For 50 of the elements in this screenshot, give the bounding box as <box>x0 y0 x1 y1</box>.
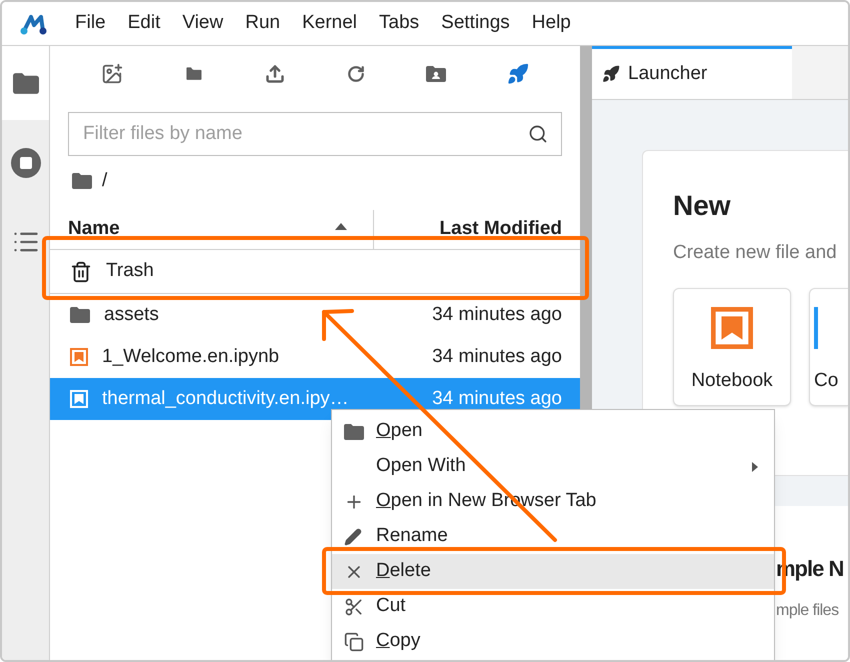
section-subtitle: Create new file and <box>673 241 838 265</box>
scissors-icon <box>344 596 364 616</box>
notebook-icon <box>70 348 88 366</box>
context-menu-item[interactable]: Open With <box>332 449 774 484</box>
column-header[interactable]: Last Modified <box>374 210 580 249</box>
launcher-tile[interactable]: Co <box>809 288 848 406</box>
context-menu-item[interactable]: Copy <box>332 624 774 659</box>
notebook-icon <box>711 306 753 348</box>
trash-icon <box>70 260 92 282</box>
menu-item[interactable]: Tabs <box>368 9 430 38</box>
menu-item[interactable]: Run <box>234 9 292 38</box>
search-icon[interactable] <box>528 124 548 144</box>
rocket-icon[interactable] <box>507 63 530 85</box>
file-name: 1_Welcome.en.ipynb <box>102 344 280 369</box>
pencil-icon <box>344 528 362 546</box>
folder-icon <box>70 307 90 323</box>
column-header[interactable]: Name <box>50 210 374 249</box>
context-menu-item[interactable]: Open <box>332 414 774 449</box>
upload-icon[interactable] <box>265 64 286 84</box>
launcher-tile[interactable]: Notebook <box>673 288 791 406</box>
section-subtitle: mple files <box>776 601 840 621</box>
rocket-icon <box>602 65 620 83</box>
new-launcher-icon[interactable] <box>100 63 123 85</box>
breadcrumb[interactable]: / <box>102 166 108 196</box>
section-title: New <box>673 189 732 223</box>
modified-time: 34 minutes ago <box>432 344 562 369</box>
refresh-icon[interactable] <box>346 65 365 83</box>
copy-icon <box>344 632 364 652</box>
modified-time: 34 minutes ago <box>432 302 562 327</box>
file-name: thermal_conductivity.en.ipy… <box>102 386 350 411</box>
filter-field[interactable]: Filter files by name <box>68 112 562 156</box>
menu-item[interactable]: Edit <box>116 9 172 38</box>
tile-icon <box>814 306 818 348</box>
menu-item[interactable]: File <box>64 9 117 38</box>
menu-item[interactable]: View <box>171 9 234 38</box>
folder-icon[interactable] <box>12 72 38 94</box>
menu-item[interactable]: Help <box>520 9 582 38</box>
context-menu-item[interactable]: Delete <box>332 554 774 589</box>
modified-time: 34 minutes ago <box>432 386 562 411</box>
menu-item[interactable]: Settings <box>430 9 521 38</box>
file-name: assets <box>104 302 160 327</box>
folder-icon <box>344 424 364 440</box>
user-folder-icon[interactable] <box>426 66 446 82</box>
stop-icon[interactable] <box>10 148 40 178</box>
submenu-caret-icon <box>752 462 758 472</box>
launcher-tab[interactable]: Launcher <box>592 46 792 99</box>
notebook-icon <box>70 390 88 408</box>
folder-icon[interactable] <box>72 173 92 189</box>
file-name: Trash <box>106 259 155 284</box>
menu-item[interactable]: Kernel <box>291 9 368 38</box>
